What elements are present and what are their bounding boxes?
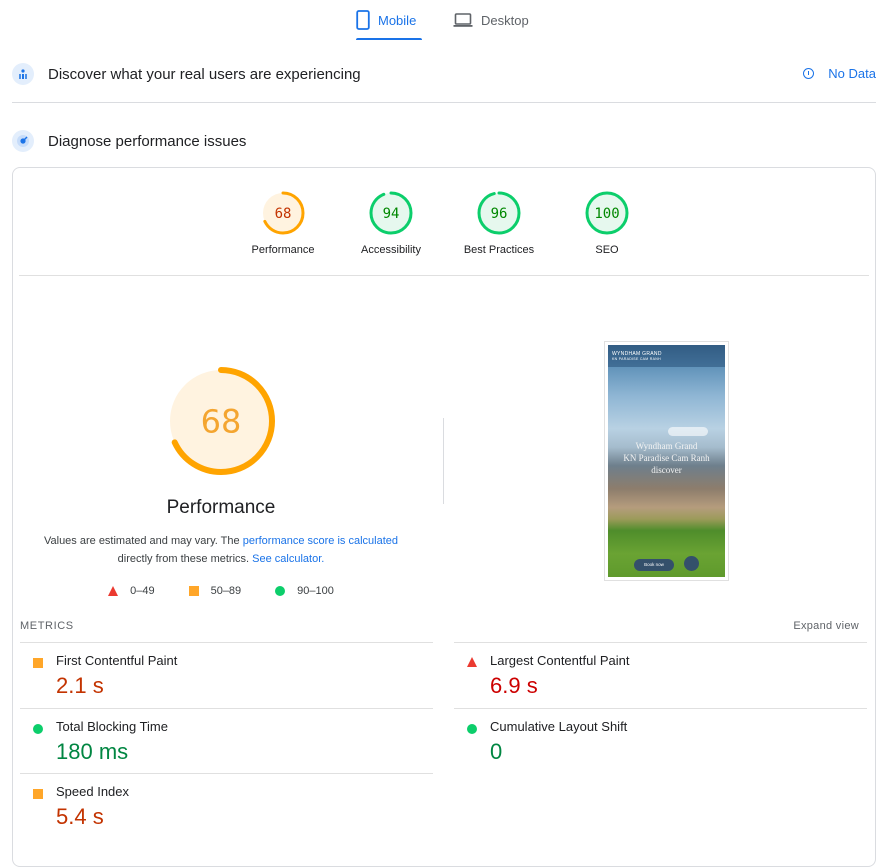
square-icon [33, 658, 43, 668]
diagnose-title: Diagnose performance issues [48, 132, 247, 150]
triangle-icon [467, 657, 477, 667]
performance-title: Performance [166, 497, 276, 518]
circle-icon [467, 724, 477, 734]
lighthouse-report-card: 68 Performance 94 Accessibility 96 Best … [12, 167, 876, 867]
crux-users-icon [12, 63, 34, 85]
screenshot-chat-icon [684, 556, 699, 571]
gauge-accessibility[interactable]: 94 Accessibility [337, 190, 445, 256]
gauge-best-practices-ring-score: 96 [491, 206, 508, 222]
metric-name: Cumulative Layout Shift [490, 719, 628, 734]
square-icon [188, 586, 199, 596]
metric-name: Largest Contentful Paint [490, 653, 630, 668]
crux-title: Discover what your real users are experi… [48, 65, 361, 83]
category-gauges: 68 Performance 94 Accessibility 96 Best … [13, 190, 875, 270]
see-calculator-link[interactable]: See calculator. [252, 553, 324, 565]
gauge-performance-label: Performance [251, 244, 315, 256]
gauge-accessibility-ring-score: 94 [383, 206, 400, 222]
gauge-best-practices-ring: 96 [477, 191, 521, 235]
gauges-divider [19, 275, 869, 276]
metric-speed-index: Speed Index 5.4 s [20, 773, 433, 839]
screenshot-book-button: Book now [634, 559, 674, 571]
screenshot-brand-sub: KN PARADISE CAM RANH [612, 357, 661, 361]
square-icon [33, 789, 43, 799]
metric-first-contentful-paint: First Contentful Paint 2.1 s [20, 642, 433, 708]
metric-total-blocking-time: Total Blocking Time 180 ms [20, 708, 433, 774]
gauge-seo-ring-score: 100 [594, 206, 619, 222]
metric-value: 0 [490, 739, 503, 764]
section-divider [12, 102, 876, 103]
metric-cumulative-layout-shift: Cumulative Layout Shift 0 [454, 708, 867, 774]
metric-name: Speed Index [56, 784, 130, 799]
legend-fail-range: 0–49 [130, 585, 155, 597]
metric-largest-contentful-paint: Largest Contentful Paint 6.9 s [454, 642, 867, 708]
performance-big-gauge-score: 68 [201, 403, 242, 441]
score-legend: 0–49 50–89 90–100 [13, 585, 429, 597]
triangle-icon [108, 586, 119, 596]
screenshot-headline-2: KN Paradise Cam Ranh [623, 453, 710, 463]
gauge-seo-ring: 100 [585, 191, 629, 235]
legend-pass: 90–100 [275, 585, 334, 597]
smartphone-icon [356, 10, 370, 30]
performance-description: Values are estimated and may vary. The p… [33, 532, 409, 568]
screenshot-cloud [668, 427, 708, 436]
expand-view-toggle[interactable]: Expand view [793, 620, 859, 632]
metric-value: 2.1 s [56, 673, 104, 698]
no-data-label: No Data [828, 66, 876, 81]
gauge-best-practices[interactable]: 96 Best Practices [445, 190, 553, 256]
device-tabs: Mobile Desktop [0, 0, 892, 40]
desc-text-2: directly from these metrics. [117, 553, 253, 565]
gauge-performance-ring: 68 [261, 191, 305, 235]
metric-value: 5.4 s [56, 804, 104, 829]
performance-big-gauge: 68 [165, 365, 277, 482]
final-screenshot[interactable]: WYNDHAM GRAND KN PARADISE CAM RANH Wyndh… [604, 341, 729, 581]
crux-section-header: Discover what your real users are experi… [12, 56, 876, 92]
legend-fail: 0–49 [108, 585, 155, 597]
diagnose-section-header: Diagnose performance issues [12, 123, 876, 159]
circle-icon [275, 586, 286, 596]
metric-value: 6.9 s [490, 673, 538, 698]
legend-average: 50–89 [188, 585, 242, 597]
tab-mobile-label: Mobile [378, 12, 417, 28]
gauge-performance[interactable]: 68 Performance [229, 190, 337, 256]
gauge-seo-label: SEO [595, 244, 619, 256]
metric-value: 180 ms [56, 739, 129, 764]
screenshot-image: WYNDHAM GRAND KN PARADISE CAM RANH Wyndh… [608, 345, 725, 577]
tab-desktop[interactable]: Desktop [453, 0, 529, 40]
tab-mobile[interactable]: Mobile [356, 0, 422, 40]
desc-text: Values are estimated and may vary. The [43, 535, 243, 547]
screenshot-headline-1: Wyndham Grand [635, 441, 698, 451]
performance-big-gauge-ring: 68 [167, 367, 275, 475]
lighthouse-icon [12, 130, 34, 152]
screenshot-headline-3: discover [651, 465, 682, 475]
laptop-icon [453, 12, 473, 28]
circle-icon [33, 724, 43, 734]
gauge-accessibility-label: Accessibility [361, 244, 421, 256]
gauge-best-practices-label: Best Practices [463, 244, 535, 256]
gauge-performance-ring-score: 68 [275, 206, 292, 222]
vertical-divider [443, 418, 444, 504]
tab-desktop-label: Desktop [481, 12, 529, 28]
screenshot-header: WYNDHAM GRAND KN PARADISE CAM RANH [608, 345, 725, 367]
score-calculated-link[interactable]: performance score is calculated [243, 535, 398, 547]
gauge-seo[interactable]: 100 SEO [553, 190, 661, 256]
metric-name: Total Blocking Time [56, 719, 168, 734]
legend-pass-range: 90–100 [297, 585, 334, 597]
metric-name: First Contentful Paint [56, 653, 178, 668]
info-icon [803, 68, 815, 79]
gauge-accessibility-ring: 94 [369, 191, 413, 235]
no-data-status[interactable]: No Data [803, 66, 876, 81]
metrics-heading: METRICS [20, 620, 74, 632]
legend-average-range: 50–89 [210, 585, 242, 597]
screenshot-headline: Wyndham Grand KN Paradise Cam Ranh disco… [608, 440, 725, 476]
